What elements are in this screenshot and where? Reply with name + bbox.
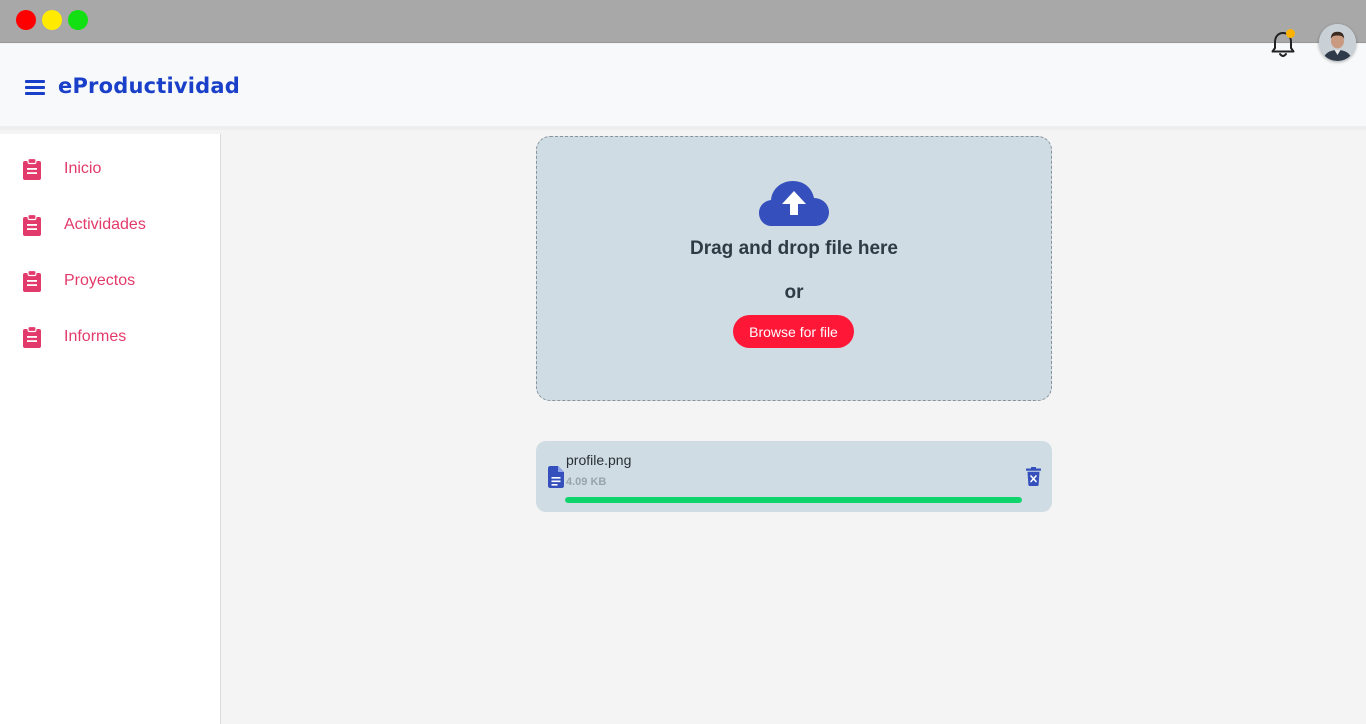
sidebar: Inicio Actividades Proyectos Informes [0, 134, 221, 724]
hamburger-menu-icon[interactable] [25, 80, 45, 96]
browse-file-button[interactable]: Browse for file [733, 315, 854, 348]
window-close-button[interactable] [16, 10, 36, 30]
app-header: eProductividad [0, 44, 1366, 130]
sidebar-item-label: Informes [64, 328, 127, 345]
sidebar-item-inicio[interactable]: Inicio [0, 150, 220, 190]
user-avatar[interactable] [1319, 24, 1356, 61]
clipboard-icon [23, 326, 41, 348]
window-minimize-button[interactable] [42, 10, 62, 30]
file-dropzone[interactable] [536, 136, 1052, 401]
dropzone-or-text: or [784, 282, 804, 303]
clipboard-icon [23, 214, 41, 236]
sidebar-item-label: Inicio [64, 160, 102, 177]
dropzone-title: Drag and drop file here [690, 238, 898, 259]
sidebar-item-proyectos[interactable]: Proyectos [0, 262, 220, 302]
upload-progress-fill [565, 497, 1022, 503]
notification-badge [1286, 29, 1295, 38]
delete-file-icon[interactable] [1026, 467, 1041, 486]
cloud-upload-icon [759, 181, 829, 226]
upload-progress-bar [565, 497, 1022, 503]
clipboard-icon [23, 270, 41, 292]
sidebar-item-actividades[interactable]: Actividades [0, 206, 220, 246]
document-icon [548, 466, 564, 488]
window-titlebar [0, 0, 1366, 43]
file-size: 4.09 KB [566, 476, 607, 488]
file-name: profile.png [566, 452, 632, 468]
window-maximize-button[interactable] [68, 10, 88, 30]
brand-logo: eProductividad [58, 74, 241, 98]
sidebar-item-label: Actividades [64, 216, 146, 233]
sidebar-item-informes[interactable]: Informes [0, 318, 220, 358]
sidebar-item-label: Proyectos [64, 272, 136, 289]
clipboard-icon [23, 158, 41, 180]
